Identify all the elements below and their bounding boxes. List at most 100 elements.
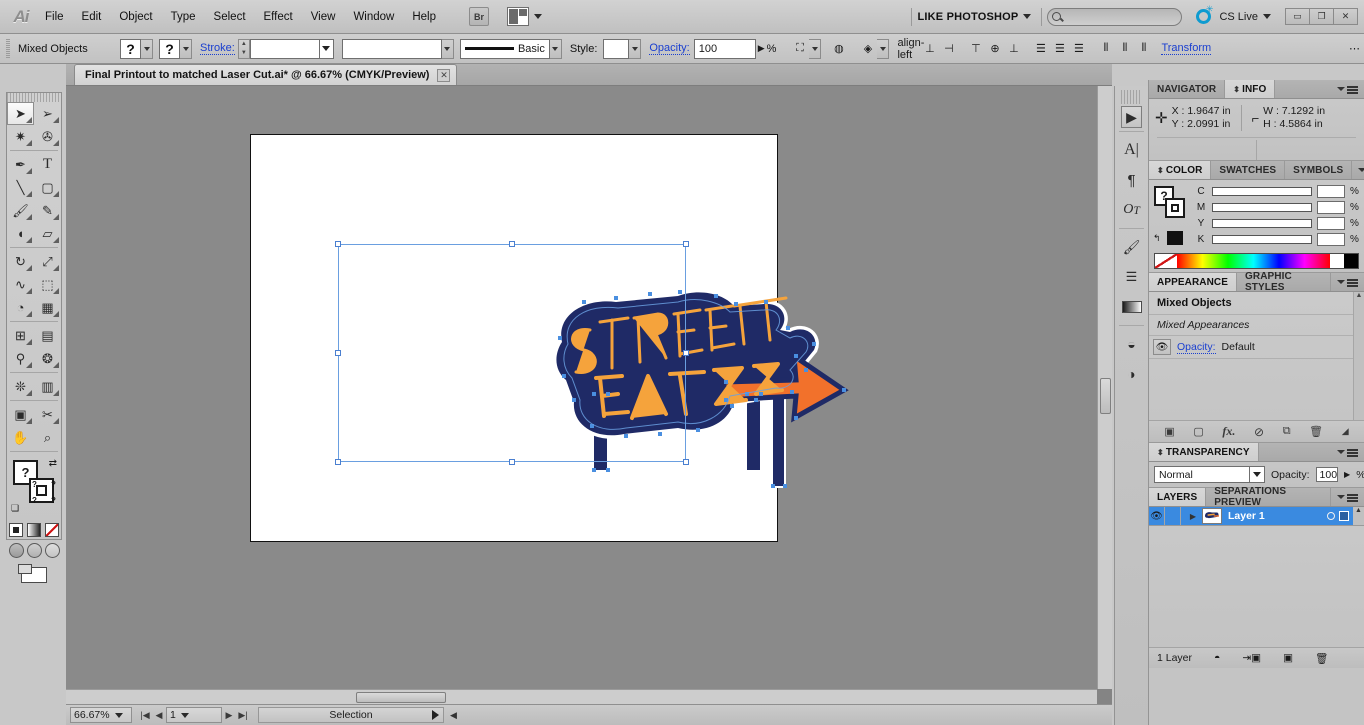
make-clipping-mask-icon[interactable]: ◓: [1214, 652, 1220, 664]
column-graph-tool[interactable]: ▥: [34, 375, 61, 398]
distribute-bottom-icon[interactable]: ☰: [1069, 39, 1088, 58]
type-tool[interactable]: T: [34, 153, 61, 176]
horizontal-scroll-thumb[interactable]: [356, 692, 446, 703]
last-page-button[interactable]: ▶|: [236, 710, 250, 721]
blend-mode-dropdown-icon[interactable]: [1250, 466, 1265, 483]
toolbox-grip[interactable]: [7, 93, 61, 102]
handle-middle-left[interactable]: [335, 350, 341, 356]
paragraph-icon[interactable]: ¶: [1115, 165, 1148, 195]
horizontal-scrollbar[interactable]: [66, 689, 1097, 704]
pen-tool[interactable]: ✒: [7, 153, 34, 176]
color-none-icon[interactable]: ↰: [1153, 233, 1161, 244]
layer-row[interactable]: 👁 ▶ Layer 1 ▲: [1149, 507, 1364, 526]
isolate-group-icon[interactable]: ◍: [829, 39, 848, 58]
align-left-icon[interactable]: align-left: [897, 37, 924, 61]
opacity-stepper-icon[interactable]: ▶: [758, 43, 765, 54]
spectrum-black-swatch[interactable]: [1344, 254, 1358, 268]
character-icon[interactable]: A|: [1115, 135, 1148, 165]
transparency-opacity-input[interactable]: 100: [1315, 467, 1339, 482]
distribute-left-icon[interactable]: ⦀: [1096, 39, 1115, 58]
appearance-scrollbar[interactable]: ▲: [1353, 292, 1364, 420]
cmyk-input-m[interactable]: [1317, 200, 1345, 214]
eyedropper-tool[interactable]: ⚲: [7, 347, 34, 370]
layer-expand-icon[interactable]: ▶: [1186, 512, 1200, 521]
cs-live-label[interactable]: CS Live: [1219, 11, 1258, 23]
color-spectrum-bar[interactable]: [1154, 253, 1359, 269]
control-bar-grip[interactable]: [6, 38, 10, 59]
free-transform-tool[interactable]: ⬚: [34, 273, 61, 296]
handle-top-center[interactable]: [509, 241, 515, 247]
selection-tool[interactable]: ➤: [7, 102, 34, 125]
opacity-field[interactable]: 100: [693, 38, 756, 59]
handle-bottom-center[interactable]: [509, 459, 515, 465]
menu-file[interactable]: File: [36, 7, 73, 27]
panel-resize-grip[interactable]: ◢: [1342, 426, 1349, 437]
blend-tool[interactable]: ❂: [34, 347, 61, 370]
arrange-documents-caret-icon[interactable]: [534, 14, 542, 19]
tab-layers[interactable]: LAYERS: [1149, 488, 1207, 506]
tab-graphic-styles[interactable]: GRAPHIC STYLES: [1237, 271, 1331, 293]
canvas-area[interactable]: [66, 86, 1112, 704]
dock-grip[interactable]: [1121, 90, 1142, 104]
color-stroke-swatch[interactable]: [1165, 198, 1185, 218]
style-field[interactable]: [603, 38, 630, 59]
paintbrush-tool[interactable]: 🖌: [7, 199, 34, 222]
handle-bottom-right[interactable]: [683, 459, 689, 465]
control-bar-overflow-icon[interactable]: ⋯: [1349, 42, 1360, 55]
stroke-icon[interactable]: ☰: [1115, 262, 1148, 292]
bridge-button[interactable]: Br: [469, 7, 489, 26]
stroke-label[interactable]: Stroke:: [200, 42, 235, 55]
cmyk-input-k[interactable]: [1317, 232, 1345, 246]
handle-bottom-left[interactable]: [335, 459, 341, 465]
hand-tool[interactable]: ✋: [7, 426, 34, 449]
change-screen-mode-icon[interactable]: [18, 564, 47, 583]
spectrum-none-swatch[interactable]: [1155, 254, 1177, 268]
layers-scrollbar[interactable]: ▲: [1353, 507, 1364, 525]
draw-behind-icon[interactable]: [26, 543, 42, 558]
rotate-tool[interactable]: ↻: [7, 250, 34, 273]
swap-fill-stroke-icon[interactable]: ⇄: [49, 458, 57, 469]
panel-menu-icon[interactable]: [1331, 80, 1364, 98]
shape-builder-tool[interactable]: ◔: [7, 296, 34, 319]
transparency-opacity-stepper-icon[interactable]: ▶: [1344, 470, 1350, 479]
layer-target-icon[interactable]: [1327, 512, 1335, 520]
status-resize-icon[interactable]: ◀: [450, 710, 457, 721]
menu-object[interactable]: Object: [110, 7, 161, 27]
distribute-right-icon[interactable]: ⦀: [1134, 39, 1153, 58]
perspective-grid-tool[interactable]: ▦: [34, 296, 61, 319]
menu-type[interactable]: Type: [162, 7, 205, 27]
tab-navigator[interactable]: NAVIGATOR: [1149, 80, 1226, 98]
brush-definition-dropdown-icon[interactable]: [441, 38, 454, 59]
delete-item-icon[interactable]: 🗑: [1309, 425, 1323, 438]
close-icon[interactable]: ✕: [437, 68, 451, 82]
distribute-center-h-icon[interactable]: ⦀: [1115, 39, 1134, 58]
brushes-icon[interactable]: 🖌: [1115, 232, 1148, 262]
add-new-fill-icon[interactable]: ▢: [1193, 425, 1203, 438]
vertical-scrollbar[interactable]: [1097, 86, 1112, 689]
menu-effect[interactable]: Effect: [255, 7, 302, 27]
clear-appearance-icon[interactable]: ⊘: [1254, 425, 1264, 439]
artboard-tool[interactable]: ▣: [7, 403, 34, 426]
tab-symbols[interactable]: SYMBOLS: [1285, 161, 1353, 179]
draw-normal-icon[interactable]: [8, 543, 24, 558]
layer-selection-indicator[interactable]: [1339, 511, 1349, 521]
menu-edit[interactable]: Edit: [73, 7, 111, 27]
transparency-icon[interactable]: ◑: [1115, 359, 1148, 389]
panel-menu-icon[interactable]: [1331, 443, 1364, 461]
menu-select[interactable]: Select: [205, 7, 255, 27]
cmyk-input-y[interactable]: [1317, 216, 1345, 230]
zoom-dropdown-icon[interactable]: [114, 712, 123, 718]
tab-transparency[interactable]: ⬍ TRANSPARENCY: [1149, 443, 1259, 461]
document-tab[interactable]: Final Printout to matched Laser Cut.ai* …: [74, 64, 458, 85]
tab-appearance[interactable]: APPEARANCE: [1149, 273, 1238, 291]
color-mode-gradient-icon[interactable]: [27, 523, 41, 537]
panel-menu-icon[interactable]: [1331, 273, 1364, 291]
minimize-button[interactable]: ▭: [1285, 8, 1310, 25]
spectrum-ramp[interactable]: [1177, 254, 1330, 268]
vertical-scroll-thumb[interactable]: [1100, 378, 1111, 414]
delete-selection-icon[interactable]: 🗑: [1315, 652, 1328, 665]
stroke-profile-field[interactable]: Basic: [459, 38, 550, 59]
layer-name[interactable]: Layer 1: [1224, 510, 1327, 522]
tab-color[interactable]: ⬍ COLOR: [1149, 161, 1212, 179]
eye-icon[interactable]: 👁: [1153, 339, 1171, 355]
